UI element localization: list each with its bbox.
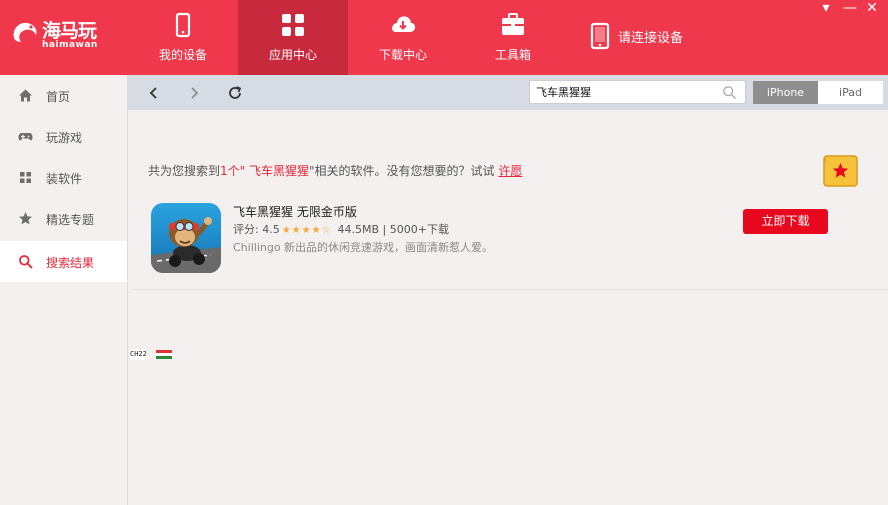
search-results-panel: 共为您搜索到1个" 飞车黑猩猩"相关的软件。没有您想要的？试试 许愿 飞车黑猩猩… bbox=[128, 110, 888, 505]
app-meta: 评分: 4.5 ★★★★☆ 44.5MB | 5000+下载 bbox=[233, 221, 449, 237]
tab-app-center[interactable]: 应用中心 bbox=[238, 0, 348, 75]
forward-button[interactable] bbox=[185, 84, 203, 102]
back-button[interactable] bbox=[145, 84, 163, 102]
wish-badge-icon[interactable] bbox=[823, 155, 858, 187]
device-toggle-iphone[interactable]: iPhone bbox=[753, 81, 818, 104]
search-summary: 共为您搜索到1个" 飞车黑猩猩"相关的软件。没有您想要的？试试 许愿 bbox=[148, 162, 522, 179]
size-downloads: 44.5MB | 5000+下载 bbox=[337, 223, 449, 236]
minimize-button[interactable]: — bbox=[842, 0, 858, 16]
wish-link[interactable]: 许愿 bbox=[498, 164, 522, 178]
summary-keyword: 飞车黑猩猩 bbox=[245, 164, 309, 178]
app-description: Chillingo 新出品的休闲竞速游戏，画面清新惹人爱。 bbox=[233, 241, 494, 254]
sidebar-item-label: 精选专题 bbox=[46, 213, 95, 227]
star-icon bbox=[19, 212, 32, 225]
tab-label: 下载中心 bbox=[378, 48, 427, 62]
close-button[interactable]: ✕ bbox=[864, 0, 880, 16]
logo[interactable]: 海马玩 haimawan bbox=[10, 14, 110, 58]
brand-name-en: haimawan bbox=[42, 40, 98, 50]
summary-count: 1个" bbox=[220, 164, 246, 178]
brand-name: 海马玩 bbox=[42, 20, 97, 42]
sidebar-item-label: 搜索结果 bbox=[46, 256, 95, 270]
sidebar: 首页 玩游戏 装软件 精选专题 搜索结果 bbox=[0, 75, 128, 505]
summary-suggestion: "相关的软件。没有您想要的？试试 bbox=[309, 164, 499, 178]
browser-toolbar: iPhone iPad bbox=[128, 75, 888, 110]
keyboard-layout-icon bbox=[156, 350, 172, 359]
ime-label: CH22 bbox=[130, 349, 147, 360]
seahorse-logo-icon bbox=[13, 22, 37, 42]
sidebar-item-label: 玩游戏 bbox=[46, 131, 83, 145]
cloud-download-icon bbox=[392, 16, 416, 32]
sidebar-item-search-results[interactable]: 搜索结果 bbox=[0, 241, 127, 282]
tab-label: 我的设备 bbox=[158, 48, 207, 62]
rating-stars-icon: ★★★★☆ bbox=[281, 225, 332, 236]
sidebar-item-home[interactable]: 首页 bbox=[0, 75, 127, 116]
sidebar-item-label: 首页 bbox=[46, 90, 71, 104]
sidebar-item-featured[interactable]: 精选专题 bbox=[0, 198, 127, 239]
top-bar: 海马玩 haimawan 我的设备 应用中心 下载中心 工具箱 请连接设备 ▾ … bbox=[0, 0, 888, 75]
home-icon bbox=[19, 89, 32, 102]
phone-icon bbox=[175, 12, 191, 38]
device-toggle-ipad[interactable]: iPad bbox=[818, 81, 883, 104]
toolbox-icon bbox=[502, 13, 524, 35]
tab-download-center[interactable]: 下载中心 bbox=[348, 0, 458, 75]
search-icon bbox=[19, 255, 33, 269]
gamepad-icon bbox=[18, 133, 33, 141]
tab-label: 工具箱 bbox=[494, 48, 531, 62]
app-grid-icon bbox=[282, 14, 304, 36]
tab-label: 应用中心 bbox=[268, 48, 317, 62]
sidebar-item-label: 装软件 bbox=[46, 172, 83, 186]
apps-icon bbox=[20, 172, 31, 183]
app-icon[interactable] bbox=[151, 203, 221, 273]
menu-dropdown-icon[interactable]: ▾ bbox=[818, 0, 834, 16]
summary-prefix: 共为您搜索到 bbox=[148, 164, 221, 178]
tab-my-device[interactable]: 我的设备 bbox=[128, 0, 238, 75]
search-icon[interactable] bbox=[722, 85, 737, 100]
app-title[interactable]: 飞车黑猩猩 无限金币版 bbox=[233, 203, 357, 220]
search-box bbox=[529, 80, 746, 104]
phone-icon bbox=[590, 22, 610, 50]
sidebar-item-apps[interactable]: 装软件 bbox=[0, 157, 127, 198]
tab-toolbox[interactable]: 工具箱 bbox=[458, 0, 568, 75]
list-item[interactable]: 飞车黑猩猩 无限金币版 评分: 4.5 ★★★★☆ 44.5MB | 5000+下载… bbox=[133, 195, 888, 290]
sidebar-item-games[interactable]: 玩游戏 bbox=[0, 116, 127, 157]
refresh-button[interactable] bbox=[226, 84, 244, 102]
connect-device-label: 请连接设备 bbox=[618, 31, 684, 46]
download-button[interactable]: 立即下载 bbox=[743, 209, 828, 234]
rating-label: 评分: 4.5 bbox=[233, 223, 280, 236]
ime-indicator[interactable]: CH22 bbox=[128, 349, 174, 360]
search-input[interactable] bbox=[536, 84, 716, 100]
